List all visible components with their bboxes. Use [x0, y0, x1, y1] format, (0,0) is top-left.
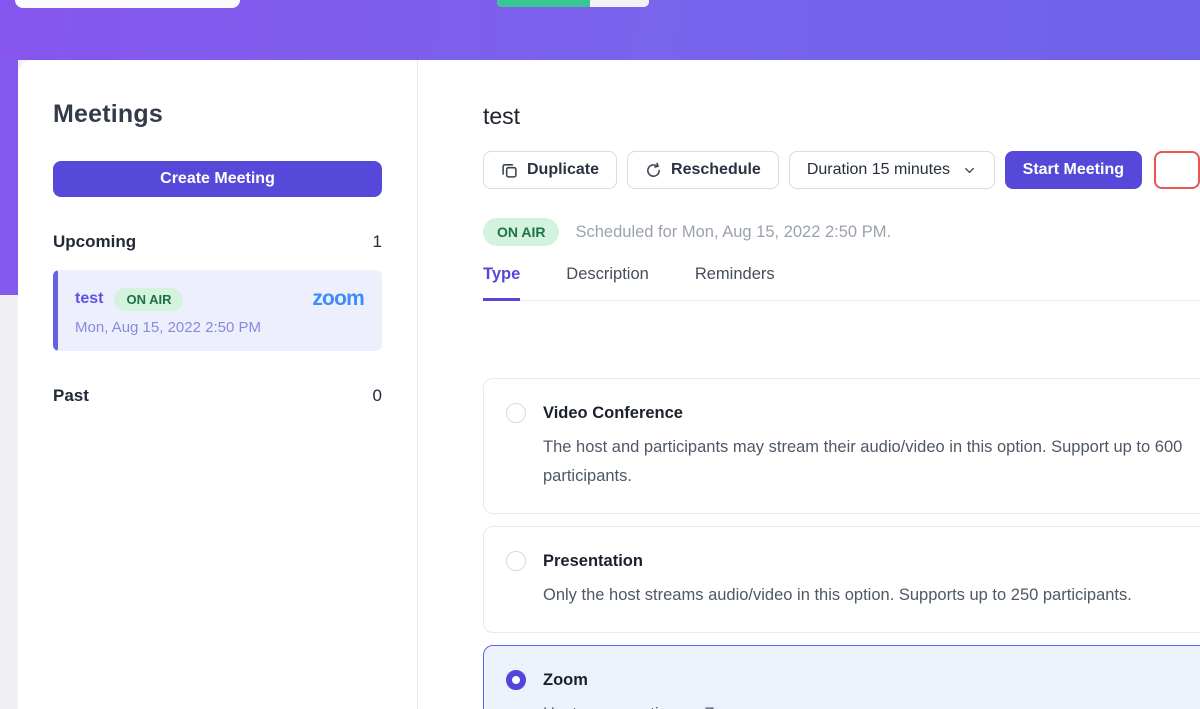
- tab-reminders[interactable]: Reminders: [695, 265, 775, 300]
- option-title: Video Conference: [543, 401, 1200, 425]
- option-description: Host your meeting on Zoom: [543, 700, 747, 709]
- duplicate-button[interactable]: Duplicate: [483, 151, 617, 189]
- upcoming-label: Upcoming: [53, 232, 136, 252]
- detail-tabs: Type Description Reminders: [483, 265, 1200, 301]
- meeting-toolbar: Duplicate Reschedule Duration 15 minutes: [483, 151, 1200, 189]
- create-meeting-button[interactable]: Create Meeting: [53, 161, 382, 197]
- scheduled-text: Scheduled for Mon, Aug 15, 2022 2:50 PM.: [575, 223, 891, 242]
- copy-icon: [501, 162, 518, 179]
- tab-description[interactable]: Description: [566, 265, 649, 300]
- duration-select[interactable]: Duration 15 minutes: [789, 151, 995, 189]
- option-description: Only the host streams audio/video in thi…: [543, 581, 1132, 610]
- type-option-zoom[interactable]: Zoom Host your meeting on Zoom: [483, 645, 1200, 709]
- on-air-badge: ON AIR: [483, 218, 559, 246]
- sidebar-title: Meetings: [53, 100, 382, 129]
- top-header-bar: [0, 0, 1200, 60]
- meeting-title: test: [483, 103, 1200, 130]
- reschedule-label: Reschedule: [671, 161, 761, 179]
- reschedule-button[interactable]: Reschedule: [627, 151, 779, 189]
- meeting-item-name: test: [75, 290, 103, 308]
- meeting-type-options: Video Conference The host and participan…: [483, 378, 1200, 709]
- content-panel: Meetings Create Meeting Upcoming 1 test …: [18, 60, 1200, 709]
- radio-checked-icon[interactable]: [506, 670, 526, 690]
- upcoming-count: 1: [373, 232, 382, 252]
- progress-bar-fill: [497, 0, 590, 7]
- option-title: Zoom: [543, 668, 747, 692]
- meetings-sidebar: Meetings Create Meeting Upcoming 1 test …: [18, 60, 418, 709]
- type-option-presentation[interactable]: Presentation Only the host streams audio…: [483, 526, 1200, 633]
- upcoming-section-header: Upcoming 1: [53, 232, 382, 252]
- start-meeting-button[interactable]: Start Meeting: [1005, 151, 1142, 189]
- radio-unchecked-icon[interactable]: [506, 403, 526, 423]
- on-air-badge: ON AIR: [114, 288, 183, 311]
- past-label: Past: [53, 386, 89, 406]
- meeting-list-item[interactable]: test ON AIR zoom Mon, Aug 15, 2022 2:50 …: [53, 270, 382, 351]
- meeting-item-accent-bar: [53, 270, 58, 351]
- status-row: ON AIR Scheduled for Mon, Aug 15, 2022 2…: [483, 218, 1200, 246]
- reschedule-icon: [645, 162, 662, 179]
- duration-value: Duration 15 minutes: [807, 161, 950, 179]
- delete-meeting-button[interactable]: [1154, 151, 1200, 189]
- duplicate-label: Duplicate: [527, 161, 599, 179]
- meeting-detail-pane: test Duplicate Reschedul: [418, 60, 1200, 709]
- zoom-logo: zoom: [312, 287, 364, 311]
- progress-bar-fragment: [497, 0, 649, 7]
- past-section-header: Past 0: [53, 386, 382, 406]
- tab-type[interactable]: Type: [483, 265, 520, 301]
- meeting-item-datetime: Mon, Aug 15, 2022 2:50 PM: [75, 319, 364, 336]
- topbar-card-fragment: [15, 0, 240, 8]
- type-option-video-conference[interactable]: Video Conference The host and participan…: [483, 378, 1200, 514]
- past-count: 0: [373, 386, 382, 406]
- option-description: The host and participants may stream the…: [543, 433, 1200, 491]
- radio-unchecked-icon[interactable]: [506, 551, 526, 571]
- chevron-down-icon: [962, 163, 977, 178]
- left-accent-strip: [0, 60, 18, 295]
- option-title: Presentation: [543, 549, 1132, 573]
